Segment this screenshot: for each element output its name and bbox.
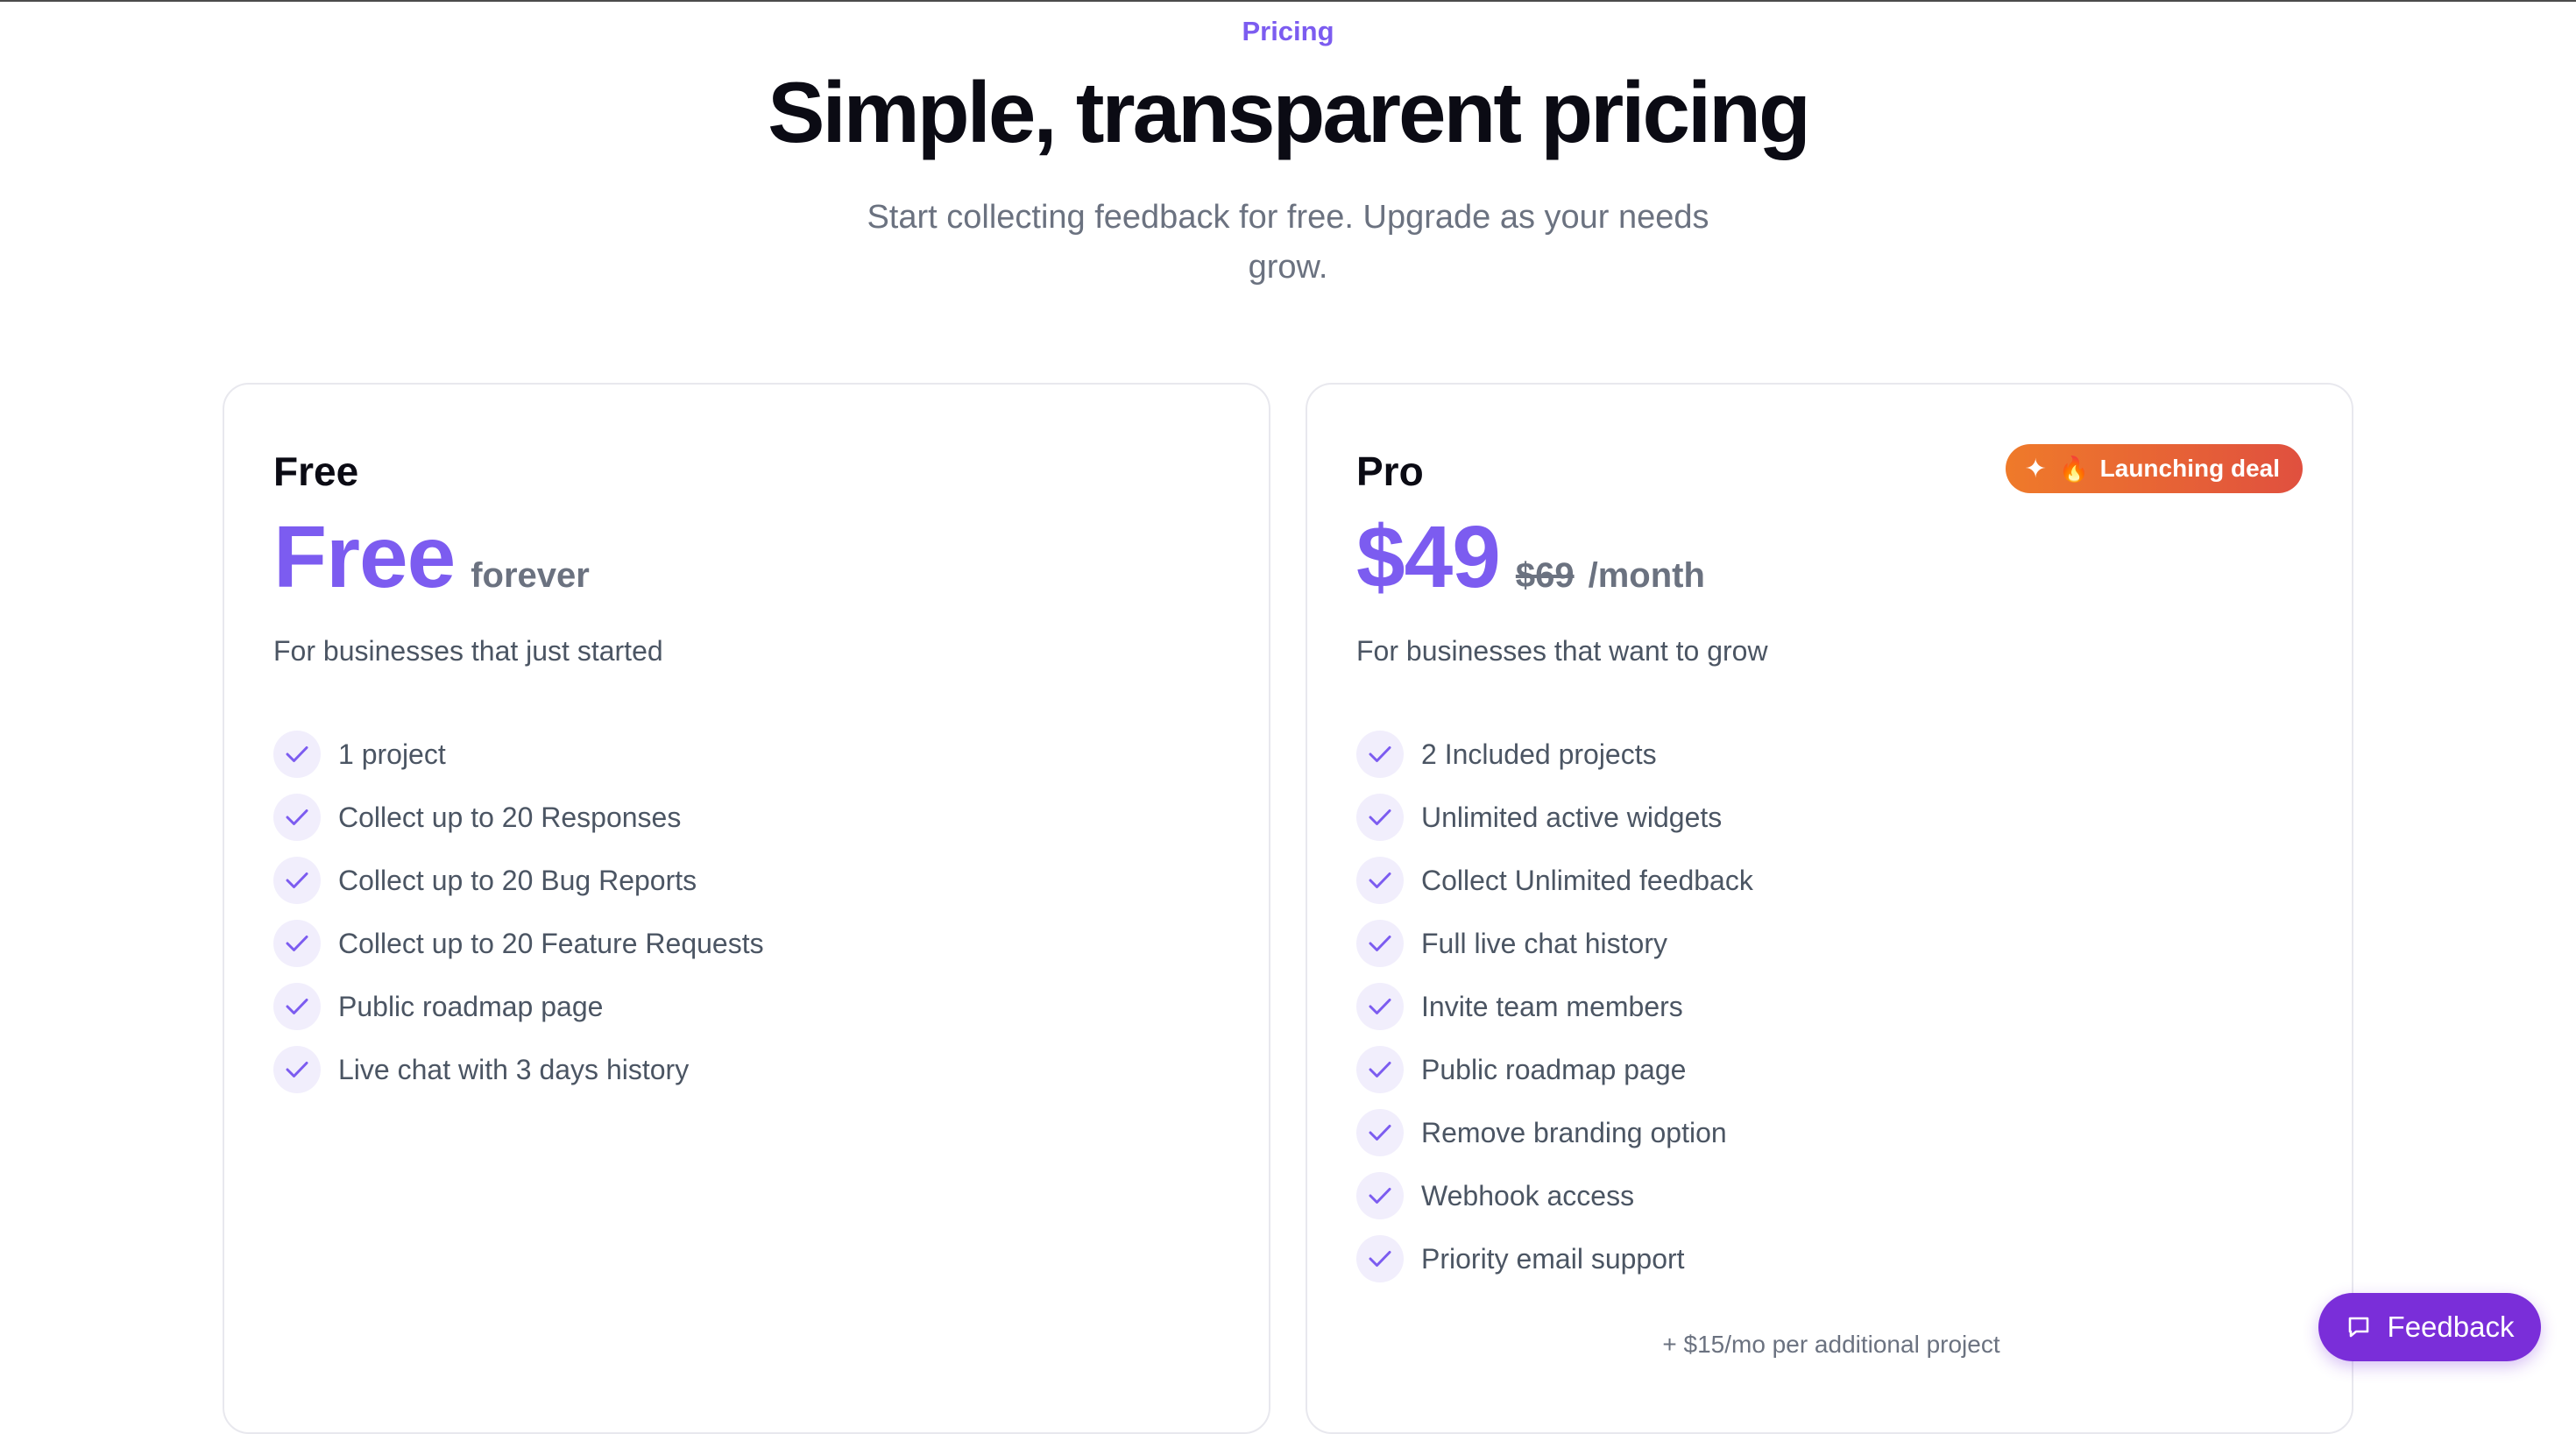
feature-label: Collect Unlimited feedback	[1421, 864, 1753, 896]
feature-item: Invite team members	[1356, 975, 1753, 1038]
feature-item: Webhook access	[1356, 1164, 1753, 1227]
additional-project-note: + $15/mo per additional project	[1662, 1331, 2000, 1358]
check-icon	[1356, 920, 1404, 967]
feature-label: Collect up to 20 Feature Requests	[338, 927, 764, 959]
feature-item: 2 Included projects	[1356, 723, 1753, 786]
price-suffix: forever	[471, 556, 590, 595]
feature-label: Collect up to 20 Responses	[338, 801, 682, 833]
check-icon	[1356, 1235, 1404, 1282]
chat-bubble-icon	[2346, 1314, 2372, 1340]
feature-item: Live chat with 3 days history	[273, 1038, 764, 1101]
feature-label: Remove branding option	[1421, 1116, 1727, 1148]
plan-name: Free	[273, 449, 359, 494]
check-icon	[273, 857, 321, 904]
feature-item: Collect up to 20 Bug Reports	[273, 849, 764, 912]
feature-label: Live chat with 3 days history	[338, 1053, 690, 1085]
feature-list: 1 project Collect up to 20 Responses Col…	[273, 723, 764, 1101]
check-icon	[273, 731, 321, 778]
check-icon	[273, 920, 321, 967]
feature-item: Full live chat history	[1356, 912, 1753, 975]
feature-label: Public roadmap page	[1421, 1053, 1687, 1085]
plan-description: For businesses that want to grow	[1356, 635, 1768, 667]
check-icon	[273, 794, 321, 841]
feature-list: 2 Included projects Unlimited active wid…	[1356, 723, 1753, 1290]
feature-item: Collect up to 20 Responses	[273, 786, 764, 849]
feature-label: Collect up to 20 Bug Reports	[338, 864, 697, 896]
feedback-button[interactable]: Feedback	[2318, 1293, 2541, 1361]
check-icon	[1356, 731, 1404, 778]
feature-item: Public roadmap page	[273, 975, 764, 1038]
feedback-button-label: Feedback	[2387, 1310, 2515, 1343]
feature-item: 1 project	[273, 723, 764, 786]
price-row: Free forever	[273, 507, 590, 608]
badge-label: Launching deal	[2099, 455, 2280, 482]
price-period: /month	[1588, 556, 1705, 595]
feature-item: Collect up to 20 Feature Requests	[273, 912, 764, 975]
feature-label: Full live chat history	[1421, 927, 1667, 959]
feature-label: 2 Included projects	[1421, 738, 1657, 770]
pro-plan-card: Pro ✦ 🔥 Launching deal $49 $69 /month Fo…	[1306, 383, 2353, 1434]
section-eyebrow: Pricing	[1242, 16, 1334, 46]
check-icon	[1356, 1046, 1404, 1093]
plan-price: $49	[1356, 508, 1501, 606]
check-icon	[1356, 983, 1404, 1030]
sparkle-icon: ✦	[2024, 454, 2047, 484]
page-title: Simple, transparent pricing	[768, 64, 1811, 160]
check-icon	[273, 983, 321, 1030]
check-icon	[1356, 1172, 1404, 1219]
top-border	[0, 0, 2576, 2]
old-price: $69	[1515, 556, 1575, 595]
feature-item: Remove branding option	[1356, 1101, 1753, 1164]
free-plan-card: Free Free forever For businesses that ju…	[223, 383, 1270, 1434]
fire-icon: 🔥	[2058, 455, 2090, 483]
feature-item: Collect Unlimited feedback	[1356, 849, 1753, 912]
price-row: $49 $69 /month	[1356, 507, 1705, 608]
feature-item: Public roadmap page	[1356, 1038, 1753, 1101]
plan-name: Pro	[1356, 449, 1424, 494]
check-icon	[1356, 1109, 1404, 1156]
feature-label: Priority email support	[1421, 1242, 1685, 1275]
feature-item: Unlimited active widgets	[1356, 786, 1753, 849]
check-icon	[1356, 794, 1404, 841]
plan-price: Free	[273, 508, 456, 606]
feature-label: Public roadmap page	[338, 990, 604, 1022]
plan-description: For businesses that just started	[273, 635, 663, 667]
launching-deal-badge: ✦ 🔥 Launching deal	[2005, 444, 2303, 493]
feature-label: 1 project	[338, 738, 446, 770]
check-icon	[1356, 857, 1404, 904]
feature-label: Invite team members	[1421, 990, 1683, 1022]
page-subtitle: Start collecting feedback for free. Upgr…	[867, 199, 1709, 286]
check-icon	[273, 1046, 321, 1093]
feature-label: Unlimited active widgets	[1421, 801, 1723, 833]
feature-item: Priority email support	[1356, 1227, 1753, 1290]
feature-label: Webhook access	[1421, 1179, 1635, 1211]
